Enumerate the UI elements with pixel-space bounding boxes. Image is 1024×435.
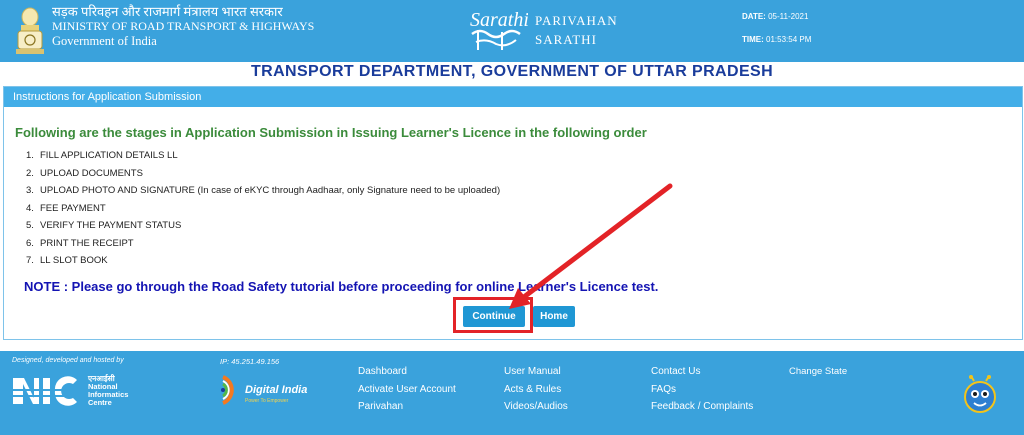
user-manual-link[interactable]: User Manual <box>504 363 568 381</box>
footer-links-col3: Contact Us FAQs Feedback / Complaints <box>651 363 753 416</box>
list-item: 1. FILL APPLICATION DETAILS LL <box>26 150 500 168</box>
continue-button[interactable]: Continue <box>463 306 525 327</box>
stages-list: 1. FILL APPLICATION DETAILS LL 2. UPLOAD D… <box>26 150 500 273</box>
mascot-icon[interactable] <box>962 375 998 415</box>
nic-line3: Centre <box>88 398 112 407</box>
instructions-panel: Instructions for Application Submission … <box>3 86 1023 340</box>
brand-line-sarathi: SARATHI <box>535 32 597 47</box>
ministry-name: MINISTRY OF ROAD TRANSPORT & HIGHWAYS <box>52 19 315 33</box>
site-header: सड़क परिवहन और राजमार्ग मंत्रालय भारत सर… <box>0 0 1024 62</box>
parivahan-sarathi-brand: PARIVAHAN SARATHI <box>535 11 618 49</box>
stage-text: FILL APPLICATION DETAILS LL <box>40 150 178 161</box>
list-item: 6. PRINT THE RECEIPT <box>26 238 500 256</box>
date-label: DATE: <box>742 12 766 21</box>
time-display: TIME: 01:53:54 PM <box>742 35 811 44</box>
site-footer: Designed, developed and hosted by IP: 45… <box>0 351 1024 435</box>
ip-address: IP: 45.251.49.156 <box>220 357 280 366</box>
department-title: TRANSPORT DEPARTMENT, GOVERNMENT OF UTTA… <box>250 63 774 80</box>
parivahan-link[interactable]: Parivahan <box>358 398 456 416</box>
ministry-hindi: सड़क परिवहन और राजमार्ग मंत्रालय भारत सर… <box>52 4 283 19</box>
nic-logo-icon <box>13 376 85 406</box>
stage-number: 2. <box>26 167 34 179</box>
list-item: 5. VERIFY THE PAYMENT STATUS <box>26 220 500 238</box>
stage-text: UPLOAD PHOTO AND SIGNATURE (In case of e… <box>40 185 501 196</box>
dashboard-link[interactable]: Dashboard <box>358 363 456 381</box>
feedback-complaints-link[interactable]: Feedback / Complaints <box>651 398 753 416</box>
stage-text: LL SLOT BOOK <box>40 255 108 266</box>
national-emblem-icon <box>16 7 44 54</box>
footer-links-col2: User Manual Acts & Rules Videos/Audios <box>504 363 568 416</box>
digital-india-logo-icon <box>221 375 234 405</box>
brand-line-parivahan: PARIVAHAN <box>535 13 618 28</box>
panel-header: Instructions for Application Submission <box>4 87 1022 107</box>
faqs-link[interactable]: FAQs <box>651 381 753 399</box>
government-of-india: Government of India <box>52 34 157 48</box>
sarathi-logo-icon[interactable]: Sarathi <box>468 6 528 52</box>
list-item: 3. UPLOAD PHOTO AND SIGNATURE (In case of… <box>26 185 500 203</box>
activate-user-account-link[interactable]: Activate User Account <box>358 381 456 399</box>
stage-text: VERIFY THE PAYMENT STATUS <box>40 220 182 231</box>
road-safety-note: NOTE : Please go through the Road Safety… <box>24 279 659 294</box>
list-item: 7. LL SLOT BOOK <box>26 255 500 273</box>
acts-rules-link[interactable]: Acts & Rules <box>504 381 568 399</box>
date-value: 05-11-2021 <box>768 12 809 21</box>
digital-india-tagline: Power To Empower <box>245 398 289 404</box>
contact-us-link[interactable]: Contact Us <box>651 363 753 381</box>
stage-number: 7. <box>26 255 34 266</box>
videos-audios-link[interactable]: Videos/Audios <box>504 398 568 416</box>
stage-number: 4. <box>26 202 34 214</box>
footer-links-col1: Dashboard Activate User Account Parivaha… <box>358 363 456 416</box>
stage-number: 6. <box>26 237 34 249</box>
time-label: TIME: <box>742 35 764 44</box>
stage-number: 5. <box>26 220 34 231</box>
footer-links-col4: Change State <box>789 363 847 381</box>
list-item: 2. UPLOAD DOCUMENTS <box>26 168 500 186</box>
sarathi-logo-text: Sarathi <box>470 9 528 31</box>
stage-text: PRINT THE RECEIPT <box>40 237 134 249</box>
panel-heading: Instructions for Application Submission <box>13 91 202 103</box>
home-button[interactable]: Home <box>533 306 575 327</box>
designed-by-text: Designed, developed and hosted by <box>12 357 124 364</box>
digital-india-text: Digital India <box>245 384 308 396</box>
stage-text: FEE PAYMENT <box>40 202 106 214</box>
nic-label: एनआईसी National Informatics Centre <box>88 375 128 407</box>
list-item: 4. FEE PAYMENT <box>26 203 500 221</box>
time-value: 01:53:54 PM <box>766 35 812 44</box>
change-state-link[interactable]: Change State <box>789 363 847 381</box>
stage-number: 1. <box>26 150 34 161</box>
stages-heading: Following are the stages in Application … <box>15 125 647 140</box>
stage-text: UPLOAD DOCUMENTS <box>40 167 143 179</box>
date-display: DATE: 05-11-2021 <box>742 12 808 21</box>
stage-number: 3. <box>26 185 34 196</box>
ministry-block: सड़क परिवहन और राजमार्ग मंत्रालय भारत सर… <box>52 4 314 49</box>
